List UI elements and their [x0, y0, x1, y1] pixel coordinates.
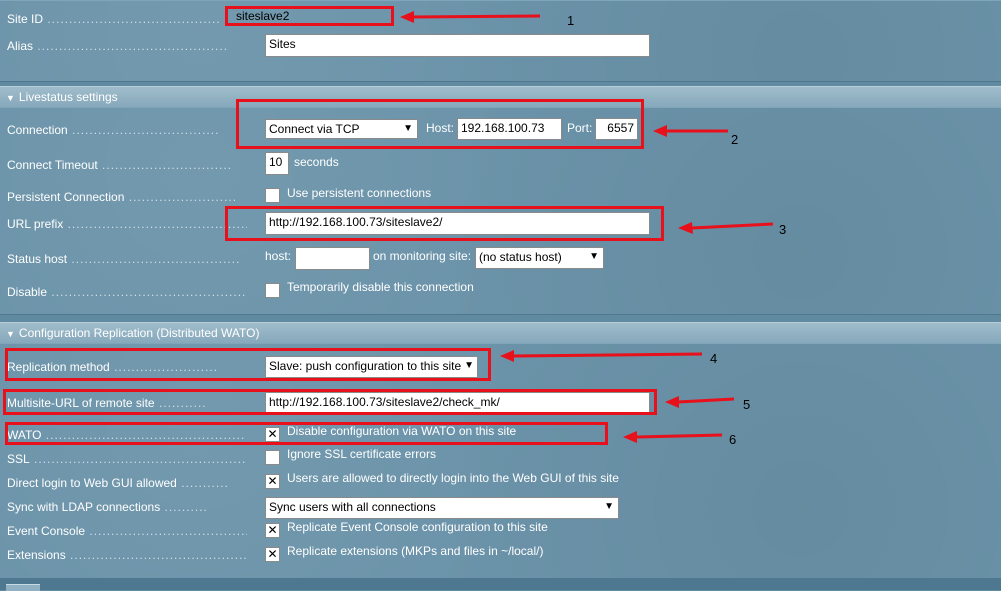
- ldap-sync-label: Sync with LDAP connections ..........: [7, 500, 208, 514]
- ldap-sync-select[interactable]: Sync users with all connections ▼: [265, 497, 619, 519]
- ssl-label: SSL ....................................…: [7, 452, 247, 466]
- triangle-down-icon: ▼: [6, 329, 15, 339]
- status-host-host-label: host:: [265, 249, 292, 263]
- chevron-down-icon: ▼: [604, 501, 614, 512]
- highlight-box-4: [5, 348, 491, 381]
- connect-timeout-label: Connect Timeout ........................…: [7, 158, 233, 172]
- status-host-input[interactable]: [295, 247, 370, 270]
- alias-input[interactable]: Sites: [265, 34, 650, 57]
- connect-timeout-input[interactable]: 10: [265, 152, 289, 175]
- direct-login-checkbox[interactable]: ✕: [265, 474, 280, 489]
- annotation-number-3: 3: [779, 222, 787, 237]
- bottom-strip: [0, 578, 1001, 590]
- annotation-number-5: 5: [743, 397, 751, 412]
- check-x-icon: ✕: [267, 547, 278, 561]
- url-prefix-label: URL prefix .............................…: [7, 217, 247, 231]
- extensions-text: Replicate extensions (MKPs and files in …: [287, 544, 544, 558]
- event-console-label: Event Console ..........................…: [7, 524, 247, 538]
- connect-timeout-unit: seconds: [294, 155, 339, 169]
- event-console-text: Replicate Event Console configuration to…: [287, 520, 548, 534]
- site-id-label: Site ID ................................…: [7, 12, 221, 26]
- disable-text: Temporarily disable this connection: [287, 280, 474, 294]
- disable-checkbox[interactable]: [265, 283, 280, 298]
- persistent-connection-checkbox[interactable]: [265, 188, 280, 203]
- persistent-connection-text: Use persistent connections: [287, 186, 432, 200]
- event-console-checkbox[interactable]: ✕: [265, 523, 280, 538]
- highlight-box-6: [5, 422, 608, 445]
- status-host-site-label: on monitoring site:: [373, 249, 472, 263]
- alias-label: Alias ..................................…: [7, 39, 229, 53]
- direct-login-text: Users are allowed to directly login into…: [287, 471, 619, 485]
- ssl-checkbox[interactable]: [265, 450, 280, 465]
- extensions-checkbox[interactable]: ✕: [265, 547, 280, 562]
- highlight-box-1: [225, 6, 394, 26]
- highlight-box-5: [3, 389, 657, 415]
- disable-label: Disable ................................…: [7, 285, 247, 299]
- annotation-number-2: 2: [731, 132, 739, 147]
- status-host-label: Status host ............................…: [7, 252, 241, 266]
- annotation-number-1: 1: [567, 13, 575, 28]
- direct-login-label: Direct login to Web GUI allowed ........…: [7, 476, 229, 490]
- ssl-text: Ignore SSL certificate errors: [287, 447, 436, 461]
- extensions-label: Extensions .............................…: [7, 548, 247, 562]
- persistent-connection-label: Persistent Connection ..................…: [7, 190, 238, 204]
- highlight-box-3: [225, 206, 664, 241]
- replication-section-header[interactable]: ▼ Configuration Replication (Distributed …: [0, 322, 1001, 344]
- chevron-down-icon: ▼: [589, 251, 599, 262]
- triangle-down-icon: ▼: [6, 93, 15, 103]
- highlight-box-2: [236, 99, 644, 149]
- annotation-number-6: 6: [729, 432, 737, 447]
- status-host-site-select[interactable]: (no status host) ▼: [475, 247, 604, 269]
- check-x-icon: ✕: [267, 523, 278, 537]
- annotation-number-4: 4: [710, 351, 718, 366]
- check-x-icon: ✕: [267, 474, 278, 488]
- connection-label: Connection .............................…: [7, 123, 220, 137]
